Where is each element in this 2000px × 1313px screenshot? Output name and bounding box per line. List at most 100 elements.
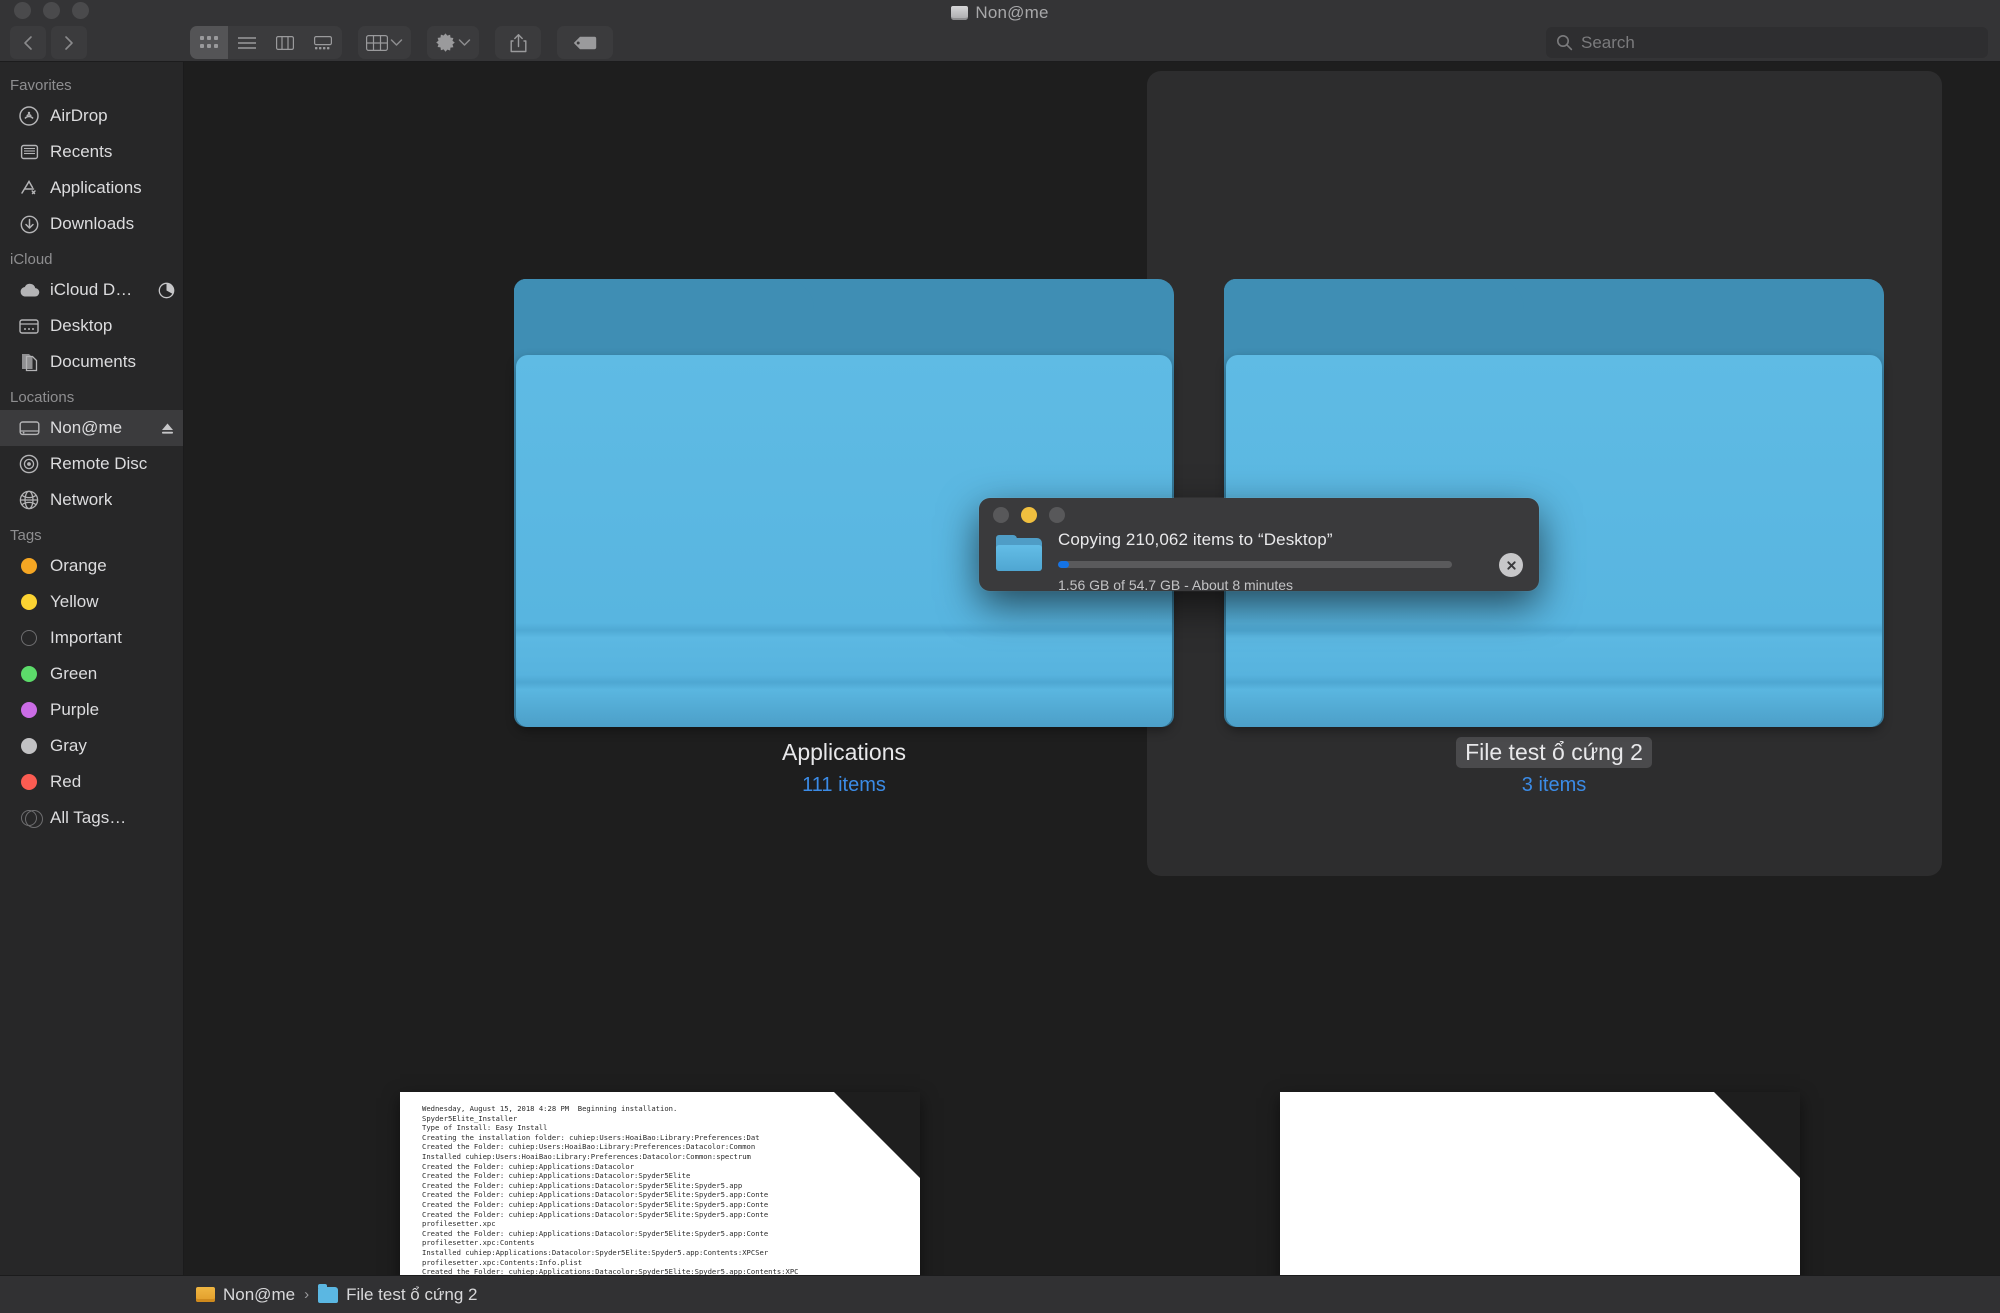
gallery-view-button[interactable] [304, 26, 342, 59]
page-fold-icon [1714, 1092, 1800, 1178]
icloud-icon [18, 279, 40, 301]
sidebar-item-label: Important [50, 628, 122, 647]
progress-pie-icon [158, 282, 175, 299]
tag-dot-icon [18, 735, 40, 757]
sidebar-section-icloud: iCloud [10, 251, 53, 268]
sidebar-item-tag-important[interactable]: Important [0, 620, 183, 656]
dialog-traffic-lights [993, 507, 1065, 523]
sidebar-item-applications[interactable]: Applications [0, 170, 183, 206]
dialog-minimize-button[interactable] [1021, 507, 1037, 523]
sidebar-item-tag-purple[interactable]: Purple [0, 692, 183, 728]
group-by-button[interactable] [358, 26, 411, 59]
share-button[interactable] [495, 26, 541, 59]
icon-view-canvas[interactable]: Applications 111 items File test ổ cứng … [184, 62, 2000, 1275]
sidebar-item-airdrop[interactable]: AirDrop [0, 98, 183, 134]
forward-button[interactable] [51, 26, 87, 59]
tag-dot-hollow-icon [18, 627, 40, 649]
action-menu-button[interactable] [427, 26, 479, 59]
sidebar-section-locations: Locations [10, 389, 75, 406]
sidebar: Favorites AirDrop Recents Applications D… [0, 62, 184, 1275]
sidebar-item-tag-green[interactable]: Green [0, 656, 183, 692]
sidebar-item-desktop[interactable]: Desktop [0, 308, 183, 344]
copy-folder-icon [996, 533, 1042, 571]
sidebar-item-remote-disc[interactable]: Remote Disc [0, 446, 183, 482]
sidebar-item-label: Purple [50, 700, 100, 719]
harddisk-icon [196, 1287, 215, 1302]
sidebar-item-all-tags[interactable]: All Tags… [0, 800, 183, 836]
back-button[interactable] [10, 26, 46, 59]
copy-progress-status: 1.56 GB of 54.7 GB - About 8 minutes [1058, 577, 1294, 593]
sidebar-section-favorites: Favorites [10, 77, 72, 94]
tag-dot-icon [18, 699, 40, 721]
tag-dot-icon [18, 591, 40, 613]
sidebar-item-label: All Tags… [50, 808, 127, 827]
file-item-blank-document[interactable] [1280, 1092, 1800, 1275]
sidebar-item-label: Desktop [50, 316, 113, 335]
downloads-icon [18, 213, 40, 235]
sidebar-item-tag-orange[interactable]: Orange [0, 548, 183, 584]
breadcrumb-non-me[interactable]: Non@me [196, 1285, 295, 1305]
sidebar-item-label: Green [50, 664, 98, 683]
recents-icon [18, 141, 40, 163]
folder-icon [1224, 207, 1884, 727]
sidebar-item-label: Applications [50, 178, 142, 197]
sidebar-item-label: Non@me [50, 418, 123, 437]
sidebar-item-label: Yellow [50, 592, 99, 611]
column-view-button[interactable] [266, 26, 304, 59]
sidebar-item-tag-red[interactable]: Red [0, 764, 183, 800]
sidebar-item-label: Remote Disc [50, 454, 148, 473]
harddisk-icon [18, 417, 40, 439]
window-title: Non@me [975, 3, 1049, 22]
sidebar-item-label: Documents [50, 352, 136, 371]
file-item-text-document[interactable]: Wednesday, August 15, 2018 4:28 PM Begin… [400, 1092, 920, 1275]
folder-icon [318, 1283, 339, 1303]
airdrop-icon [18, 105, 40, 127]
search-input[interactable]: Search [1581, 33, 1635, 53]
sidebar-item-recents[interactable]: Recents [0, 134, 183, 170]
tag-dot-icon [18, 771, 40, 793]
desktop-icon [18, 315, 40, 337]
sidebar-item-tag-gray[interactable]: Gray [0, 728, 183, 764]
sidebar-item-label: Orange [50, 556, 107, 575]
file-item-name: File test ổ cứng 2 [1456, 737, 1652, 768]
finder-window: Non@me Search Favorites AirDrop Recents … [0, 0, 2000, 1313]
dialog-close-button[interactable] [993, 507, 1009, 523]
sidebar-section-tags: Tags [10, 527, 42, 544]
window-title-area: Non@me [0, 0, 2000, 26]
tag-dot-all-icon [18, 807, 43, 829]
breadcrumb-file-test-o-cung-2[interactable]: File test ổ cứng 2 [318, 1283, 478, 1305]
icon-view-button[interactable] [190, 26, 228, 59]
file-item-subtitle: 3 items [1521, 774, 1587, 796]
page-fold-icon [834, 1092, 920, 1178]
network-icon [18, 489, 40, 511]
copy-progress-bar [1058, 561, 1452, 568]
navigation-buttons [10, 26, 87, 59]
toolbar-buttons [190, 26, 613, 59]
sidebar-item-icloud-drive[interactable]: iCloud D… [0, 272, 183, 308]
sidebar-item-documents[interactable]: Documents [0, 344, 183, 380]
documents-icon [18, 351, 40, 373]
dialog-zoom-button[interactable] [1049, 507, 1065, 523]
list-view-button[interactable] [228, 26, 266, 59]
sidebar-item-downloads[interactable]: Downloads [0, 206, 183, 242]
chevron-down-icon [390, 34, 403, 52]
file-item-name: Applications [781, 739, 907, 765]
breadcrumb-label: Non@me [223, 1284, 296, 1304]
view-mode-segmented-control [190, 26, 342, 59]
sidebar-item-tag-yellow[interactable]: Yellow [0, 584, 183, 620]
harddisk-icon [951, 6, 969, 20]
sidebar-item-non-me[interactable]: Non@me [0, 410, 183, 446]
cancel-copy-button[interactable] [1499, 553, 1523, 577]
edit-tags-button[interactable] [557, 26, 613, 59]
titlebar: Non@me Search [0, 0, 2000, 62]
path-bar: Non@me › File test ổ cứng 2 [0, 1275, 2000, 1313]
eject-icon[interactable] [160, 421, 175, 436]
folder-icon [514, 207, 1174, 727]
sidebar-item-label: Red [50, 772, 82, 791]
search-field[interactable]: Search [1546, 27, 1988, 58]
tag-dot-icon [18, 555, 40, 577]
copy-progress-dialog[interactable]: Copying 210,062 items to “Desktop” 1.56 … [979, 498, 1539, 593]
breadcrumb-label: File test ổ cứng 2 [346, 1284, 478, 1304]
sidebar-item-label: AirDrop [50, 106, 108, 125]
sidebar-item-network[interactable]: Network [0, 482, 183, 518]
